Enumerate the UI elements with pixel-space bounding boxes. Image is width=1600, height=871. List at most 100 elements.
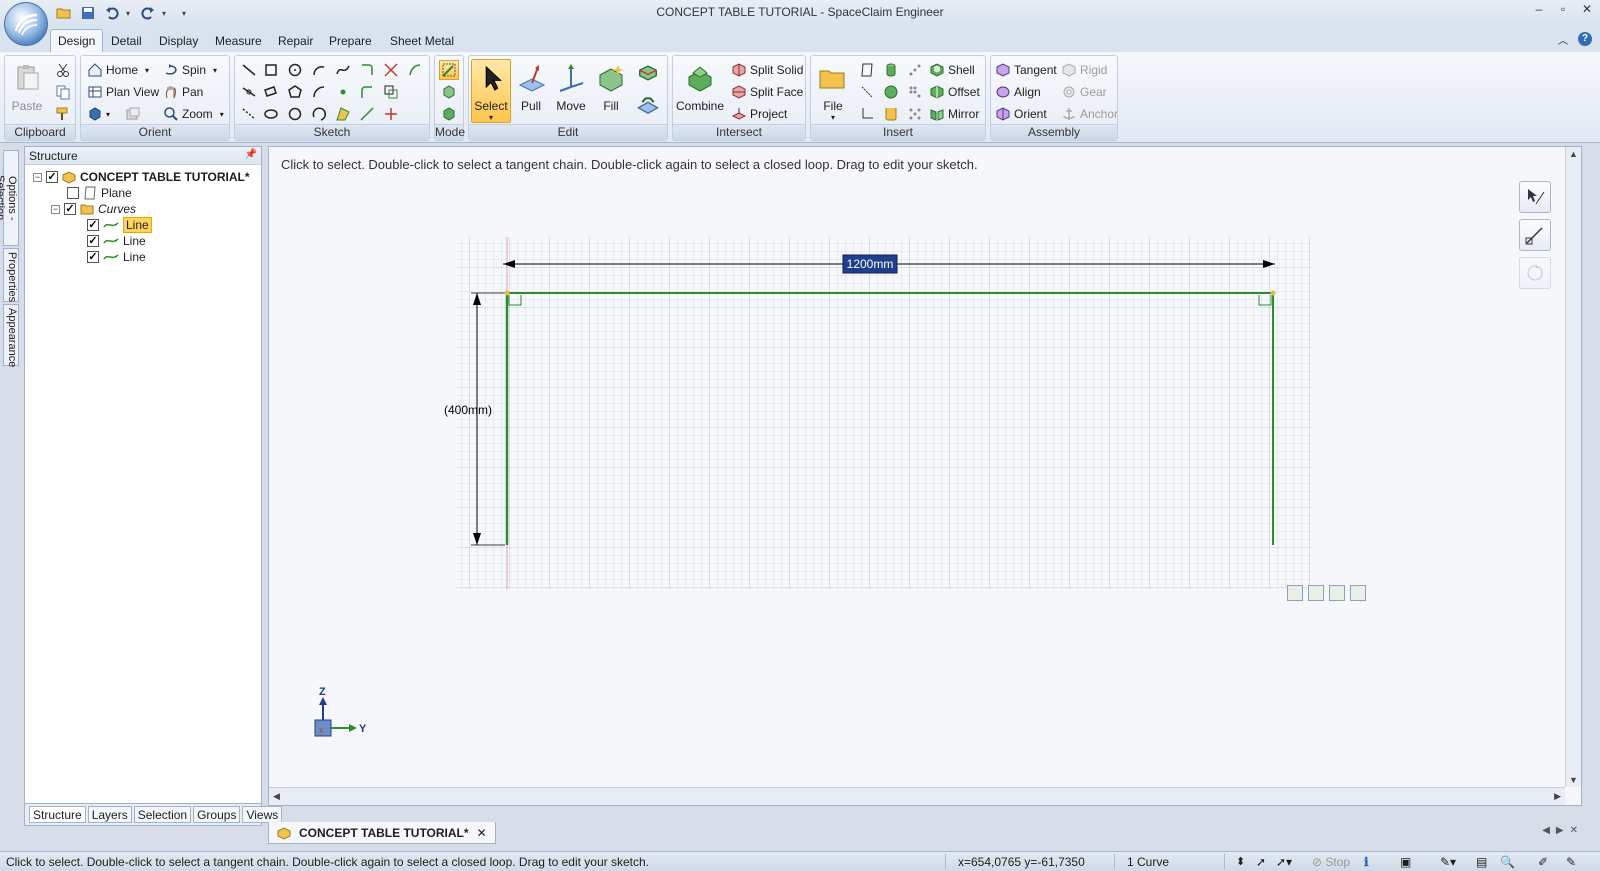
close-icon[interactable]: ✕ <box>1580 2 1594 18</box>
select-dropdown-icon[interactable]: ▾ <box>489 113 493 122</box>
3d-mode-icon[interactable] <box>439 104 459 124</box>
rigid-button[interactable]: Rigid <box>1061 60 1107 80</box>
tab-sheet-metal[interactable]: Sheet Metal <box>384 32 460 50</box>
home-button[interactable]: Home ▾ <box>87 60 149 80</box>
tab-next-icon[interactable]: ▶ <box>1556 825 1564 836</box>
visibility-checkbox[interactable] <box>46 171 58 183</box>
tangent-line-tool-icon[interactable] <box>239 82 259 102</box>
rotate-mini-button[interactable] <box>1519 257 1551 289</box>
mirror-button[interactable]: Mirror <box>929 104 979 124</box>
layers-icon[interactable]: ▤ <box>1476 855 1487 869</box>
orient-button[interactable]: Orient <box>995 104 1047 124</box>
split-solid-button[interactable]: Split Solid <box>731 60 803 80</box>
visibility-checkbox[interactable] <box>87 219 99 231</box>
split-face-button[interactable]: Split Face <box>731 82 803 102</box>
tab-prev-icon[interactable]: ◀ <box>1542 825 1550 836</box>
select-mode-icon[interactable]: ➚▾ <box>1276 855 1292 869</box>
collapse-icon[interactable]: − <box>33 172 42 182</box>
spin-button[interactable]: Spin ▾ <box>163 60 217 80</box>
three-point-rectangle-icon[interactable] <box>261 82 281 102</box>
select-button[interactable]: Select ▾ <box>471 59 511 123</box>
close-tab-icon[interactable]: ✕ <box>477 826 487 840</box>
info-icon[interactable]: ℹ <box>1364 855 1369 869</box>
home-dropdown-icon[interactable]: ▾ <box>145 66 149 75</box>
cursor-mode-icon[interactable]: ➚ <box>1256 855 1266 869</box>
face-curve-icon[interactable] <box>333 104 353 124</box>
tab-prepare[interactable]: Prepare <box>323 32 378 50</box>
line-tool-icon[interactable] <box>239 60 259 80</box>
shell-button[interactable]: Shell <box>929 60 975 80</box>
selection-filter-icon[interactable]: ⬍ <box>1236 855 1245 868</box>
view-dropdown-icon[interactable]: ▾ <box>106 110 110 119</box>
pan-button[interactable]: Pan <box>163 82 203 102</box>
vertical-scrollbar[interactable]: ▲ ▼ <box>1565 147 1581 787</box>
side-tab-appearance[interactable]: Appearance <box>3 304 19 367</box>
trim-tool-icon[interactable] <box>381 60 401 80</box>
tangent-button[interactable]: Tangent <box>995 60 1057 80</box>
cut-icon[interactable] <box>53 60 73 80</box>
move-grid-icon[interactable] <box>381 82 401 102</box>
tangent-arc-tool-icon[interactable] <box>405 60 425 80</box>
visibility-checkbox[interactable] <box>64 203 76 215</box>
file-dropdown-icon[interactable]: ▾ <box>831 113 835 122</box>
visibility-checkbox[interactable] <box>87 251 99 263</box>
gear-button[interactable]: Gear <box>1061 82 1107 102</box>
tab-measure[interactable]: Measure <box>209 32 268 50</box>
spin-dropdown-icon[interactable]: ▾ <box>213 66 217 75</box>
ellipse-tool-icon[interactable] <box>261 104 281 124</box>
bend-tool-icon[interactable] <box>357 104 377 124</box>
tab-display[interactable]: Display <box>153 32 204 50</box>
selection-count[interactable]: 1 Curve <box>1127 855 1169 869</box>
sketch-status-icon[interactable]: ✐ <box>1538 855 1548 869</box>
help-icon[interactable]: ? <box>1578 32 1592 46</box>
combine-button[interactable]: Combine <box>676 59 724 123</box>
collapse-icon[interactable]: − <box>51 204 60 214</box>
side-tab-properties[interactable]: Properties <box>3 248 19 302</box>
tree-item-line[interactable]: Line <box>87 217 152 233</box>
axis-insert-icon[interactable] <box>857 82 877 102</box>
offset-button[interactable]: Offset <box>929 82 980 102</box>
rectangle-tool-icon[interactable] <box>261 60 281 80</box>
construction-line-icon[interactable] <box>239 104 259 124</box>
minimize-icon[interactable]: – <box>1532 2 1546 18</box>
plane-insert-icon[interactable] <box>857 60 877 80</box>
document-tab[interactable]: CONCEPT TABLE TUTORIAL* ✕ <box>268 822 496 844</box>
anchor-button[interactable]: Anchor <box>1061 104 1118 124</box>
zoom-dropdown-icon[interactable]: ▾ <box>220 110 224 119</box>
scroll-up-icon[interactable]: ▲ <box>1569 149 1578 159</box>
application-menu-button[interactable] <box>4 2 48 46</box>
scroll-left-icon[interactable]: ◀ <box>273 791 280 802</box>
stop-button[interactable]: ⊘ Stop <box>1312 855 1350 869</box>
plan-view-button[interactable]: Plan View <box>87 82 159 102</box>
sketch-endpoint[interactable] <box>1270 290 1276 296</box>
sphere-icon[interactable] <box>881 82 901 102</box>
side-tab-options-selection[interactable]: Options - Selection <box>0 150 19 246</box>
origin-icon[interactable] <box>857 104 877 124</box>
design-viewport[interactable]: Click to select. Double-click to select … <box>268 146 1582 806</box>
tree-item-curves[interactable]: − Curves <box>51 201 136 217</box>
copy-icon[interactable] <box>53 82 73 102</box>
visibility-checkbox[interactable] <box>67 187 79 199</box>
zoom-button[interactable]: Zoom ▾ <box>163 104 224 124</box>
offset-curve-icon[interactable] <box>357 82 377 102</box>
circular-pattern-icon[interactable] <box>905 104 925 124</box>
fill-button[interactable]: Fill <box>591 59 631 123</box>
insert-file-button[interactable]: File ▾ <box>813 59 853 123</box>
split-curve-icon[interactable] <box>381 104 401 124</box>
scroll-right-icon[interactable]: ▶ <box>1554 791 1561 802</box>
panel-tab-layers[interactable]: Layers <box>87 806 132 823</box>
horizontal-scrollbar[interactable]: ◀ ▶ <box>269 787 1565 805</box>
arc-tool-icon[interactable] <box>309 60 329 80</box>
tree-item-plane[interactable]: Plane <box>67 185 132 201</box>
tree-item-line[interactable]: Line <box>87 249 146 265</box>
circle-tool-icon[interactable] <box>285 60 305 80</box>
corner-tool-icon[interactable] <box>357 60 377 80</box>
width-dimension-label[interactable]: 1200mm <box>847 257 894 271</box>
tab-design[interactable]: Design <box>50 29 104 52</box>
return-3d-mode-icon[interactable] <box>1350 585 1366 601</box>
tab-repair[interactable]: Repair <box>272 32 319 50</box>
pin-icon[interactable]: 📌 <box>245 149 257 160</box>
panel-tab-views[interactable]: Views <box>242 806 283 823</box>
project-button[interactable]: Project <box>731 104 787 124</box>
close-document-icon[interactable]: ✕ <box>1570 825 1578 836</box>
